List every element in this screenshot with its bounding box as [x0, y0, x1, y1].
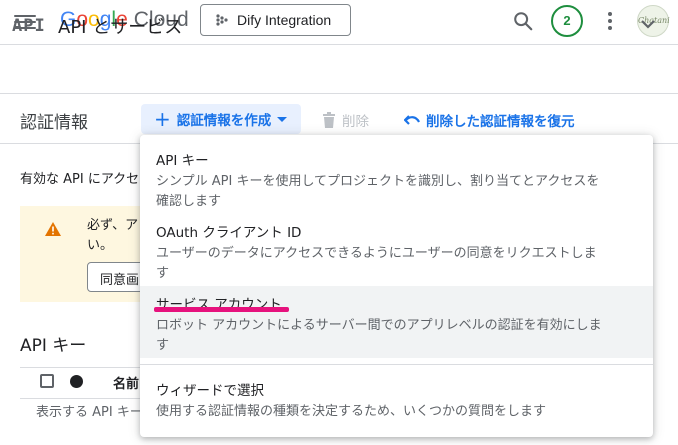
menu-item-service-account[interactable]: サービス アカウント ロボット アカウントによるサーバー間でのアプリレベルの認証…: [140, 286, 653, 358]
trash-icon: [323, 112, 335, 128]
select-all-checkbox[interactable]: [40, 374, 54, 388]
menu-item-title: ウィザードで選択: [156, 383, 264, 399]
search-icon[interactable]: [512, 10, 534, 32]
notifications-badge[interactable]: 2: [551, 5, 583, 37]
project-selector-button[interactable]: Dify Integration: [200, 4, 351, 36]
plus-icon: +: [154, 107, 171, 131]
desc-line: 確認します: [156, 194, 222, 209]
restore-label: 削除した認証情報を復元: [426, 114, 575, 130]
menu-item-title: API キー: [156, 153, 209, 169]
desc-line: シンプル API キーを使用してプロジェクトを識別し、割り当てとアクセスを: [156, 174, 600, 189]
dify-icon: [216, 14, 228, 26]
project-name: Dify Integration: [237, 12, 332, 28]
info-text: 有効な API にアクセ: [20, 172, 140, 187]
column-header-name[interactable]: 名前: [113, 373, 139, 392]
kebab-icon[interactable]: [602, 10, 618, 32]
undo-icon: [404, 115, 420, 125]
delete-label: 削除: [342, 114, 369, 130]
api-services-header: [0, 45, 678, 94]
desc-line: す: [156, 266, 170, 281]
restore-deleted-credentials-button[interactable]: 削除した認証情報を復元: [404, 110, 575, 130]
dropdown-arrow-icon: [277, 116, 288, 122]
empty-state-text: 表示する API キー: [36, 405, 143, 420]
menu-item-description: シンプル API キーを使用してプロジェクトを識別し、割り当てとアクセスを 確認…: [156, 172, 637, 212]
menu-item-wizard[interactable]: ウィザードで選択 使用する認証情報の種類を決定するため、いくつかの質問をします: [140, 379, 653, 422]
desc-line: 使用する認証情報の種類を決定するため、いくつかの質問をします: [156, 404, 547, 419]
create-credentials-menu: API キー シンプル API キーを使用してプロジェクトを識別し、割り当てとア…: [140, 135, 653, 437]
warning-text: い。: [87, 238, 114, 253]
delete-button[interactable]: 削除: [322, 110, 369, 130]
menu-item-api-key[interactable]: API キー シンプル API キーを使用してプロジェクトを識別し、割り当てとア…: [140, 149, 653, 212]
desc-line: す: [156, 338, 170, 353]
create-credentials-button[interactable]: + 認証情報を作成: [141, 104, 301, 134]
desc-line: ユーザーのデータにアクセスできるようにユーザーの同意をリクエストしま: [156, 246, 597, 261]
create-credentials-label: 認証情報を作成: [176, 113, 272, 129]
warning-icon: [45, 222, 61, 236]
menu-item-description: 使用する認証情報の種類を決定するため、いくつかの質問をします: [156, 402, 637, 422]
desc-line: ロボット アカウントによるサーバー間でのアプリレベルの認証を有効にしま: [156, 318, 602, 333]
api-logo-icon: API: [12, 16, 46, 36]
api-keys-heading: API キー: [20, 336, 87, 356]
menu-item-oauth-client-id[interactable]: OAuth クライアント ID ユーザーのデータにアクセスできるようにユーザーの…: [140, 221, 653, 284]
menu-item-description: ユーザーのデータにアクセスできるようにユーザーの同意をリクエストしま す: [156, 244, 637, 284]
chevron-down-icon[interactable]: [638, 14, 658, 34]
menu-divider: [140, 364, 653, 365]
consent-screen-button[interactable]: 同意画: [87, 262, 147, 292]
annotation-underline: [154, 307, 289, 312]
credentials-title: 認証情報: [20, 113, 88, 133]
menu-item-title: OAuth クライアント ID: [156, 225, 302, 241]
page-title: API とサービス: [58, 17, 183, 38]
status-dot-icon: [70, 375, 83, 388]
warning-text: 必ず、ア: [87, 218, 139, 233]
menu-item-description: ロボット アカウントによるサーバー間でのアプリレベルの認証を有効にしま す: [156, 316, 637, 356]
